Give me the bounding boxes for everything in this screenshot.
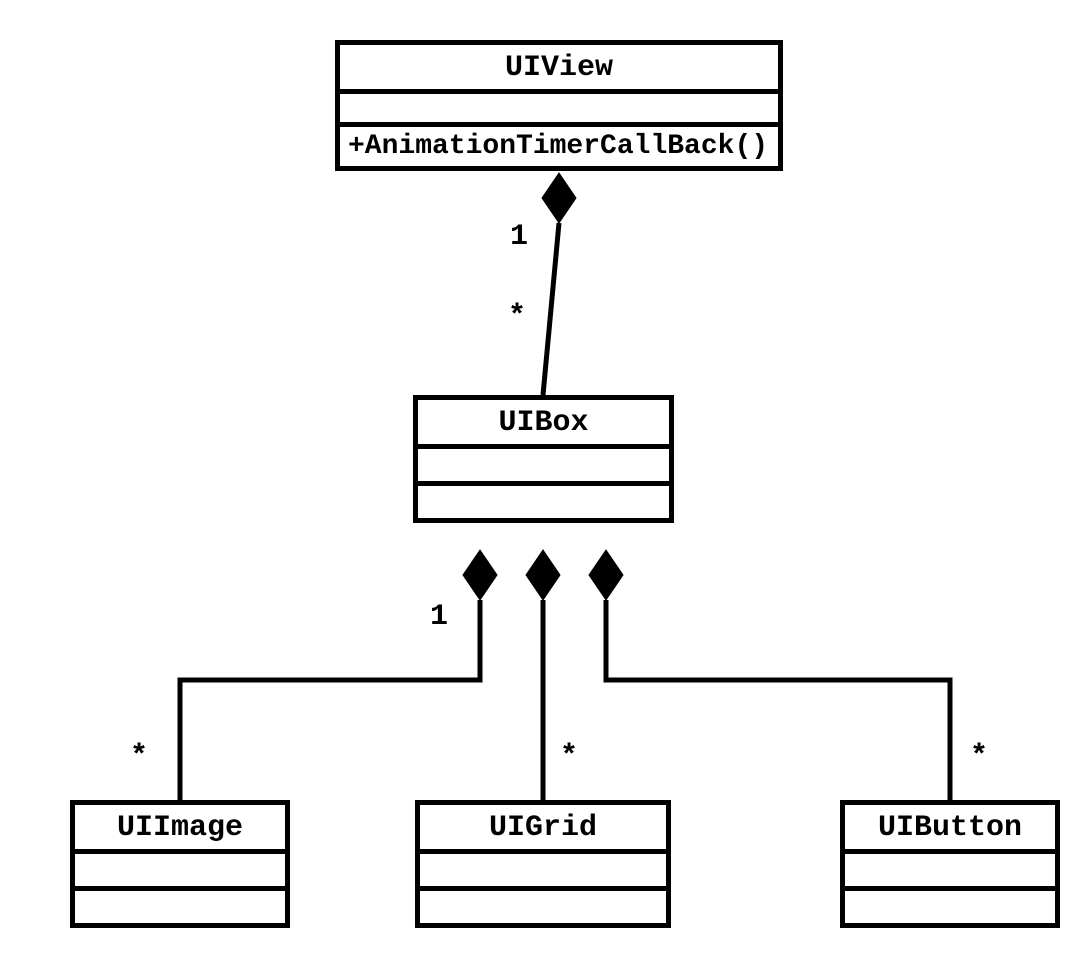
composition-diamond-uibox-mid — [526, 550, 560, 600]
class-ops-uibutton — [845, 891, 1055, 923]
class-uiimage: UIImage — [70, 800, 290, 928]
connector-uibox-uibutton — [606, 600, 950, 800]
mult-uigrid-star: * — [560, 740, 578, 774]
composition-diamond-uibox-left — [463, 550, 497, 600]
uml-class-diagram: UIView +AnimationTimerCallBack() UIBox U… — [0, 0, 1089, 955]
class-ops-uiimage — [75, 891, 285, 923]
class-attrs-uibox — [418, 449, 669, 486]
class-title-uibutton: UIButton — [845, 805, 1055, 854]
mult-uiview-star: * — [508, 300, 526, 334]
class-ops-uibox — [418, 486, 669, 518]
composition-diamond-uiview — [542, 173, 576, 223]
class-attrs-uiview — [340, 94, 778, 127]
class-title-uiimage: UIImage — [75, 805, 285, 854]
class-uibutton: UIButton — [840, 800, 1060, 928]
connector-uiview-uibox — [543, 223, 559, 395]
class-ops-uigrid — [420, 891, 666, 923]
composition-diamond-uibox-right — [589, 550, 623, 600]
class-title-uigrid: UIGrid — [420, 805, 666, 854]
class-attrs-uiimage — [75, 854, 285, 891]
class-title-uibox: UIBox — [418, 400, 669, 449]
mult-uibox-1: 1 — [430, 600, 448, 634]
class-attrs-uibutton — [845, 854, 1055, 891]
class-op-uiview: +AnimationTimerCallBack() — [340, 127, 778, 166]
class-uiview: UIView +AnimationTimerCallBack() — [335, 40, 783, 171]
mult-uibutton-star: * — [970, 740, 988, 774]
class-uibox: UIBox — [413, 395, 674, 523]
class-title-uiview: UIView — [340, 45, 778, 94]
mult-uiview-1: 1 — [510, 220, 528, 254]
mult-uiimage-star: * — [130, 740, 148, 774]
class-uigrid: UIGrid — [415, 800, 671, 928]
class-attrs-uigrid — [420, 854, 666, 891]
